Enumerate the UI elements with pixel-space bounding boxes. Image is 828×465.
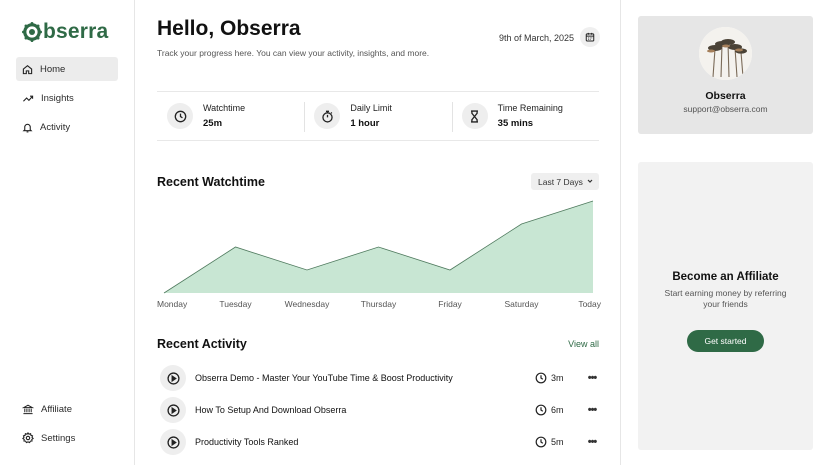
current-date: 9th of March, 2025 bbox=[499, 33, 574, 43]
sidebar-item-settings[interactable]: Settings bbox=[16, 426, 118, 450]
profile-name: Obserra bbox=[638, 90, 813, 102]
page-subtitle: Track your progress here. You can view y… bbox=[157, 48, 429, 58]
activity-title: How To Setup And Download Obserra bbox=[195, 405, 535, 415]
sidebar-item-insights[interactable]: Insights bbox=[16, 86, 118, 110]
get-started-button[interactable]: Get started bbox=[687, 330, 764, 352]
stat-label: Daily Limit bbox=[350, 103, 392, 113]
clock-icon bbox=[535, 372, 547, 384]
view-all-link[interactable]: View all bbox=[568, 339, 599, 349]
sidebar: bserra Home Insights Activity Affiliate bbox=[0, 0, 135, 465]
sidebar-item-label: Insights bbox=[41, 93, 74, 104]
affiliate-description: Start earning money by referring your fr… bbox=[662, 288, 789, 310]
stopwatch-icon bbox=[321, 110, 334, 123]
clock-icon bbox=[535, 436, 547, 448]
palm-trees-image bbox=[699, 27, 752, 80]
clock-icon bbox=[174, 110, 187, 123]
brand-name: bserra bbox=[43, 20, 108, 44]
stat-value: 1 hour bbox=[350, 118, 392, 129]
x-tick-label: Monday bbox=[157, 299, 188, 309]
activity-title: Obserra Demo - Master Your YouTube Time … bbox=[195, 373, 535, 383]
sidebar-item-label: Activity bbox=[40, 122, 70, 133]
activity-row[interactable]: Productivity Tools Ranked 5m ••• bbox=[157, 428, 599, 456]
play-button[interactable] bbox=[160, 365, 186, 391]
recent-watchtime-title: Recent Watchtime bbox=[157, 175, 265, 189]
stat-label: Time Remaining bbox=[498, 103, 563, 113]
calendar-button[interactable] bbox=[580, 27, 600, 47]
stat-icon-wrap bbox=[314, 103, 340, 129]
stat-watchtime: Watchtime 25m bbox=[157, 92, 304, 140]
logo-icon bbox=[22, 22, 42, 42]
x-tick-label: Friday bbox=[438, 299, 462, 309]
affiliate-title: Become an Affiliate bbox=[638, 271, 813, 283]
activity-duration-value: 3m bbox=[551, 373, 564, 383]
gear-icon bbox=[22, 432, 34, 444]
activity-duration-value: 5m bbox=[551, 437, 564, 447]
activity-duration: 3m bbox=[535, 372, 573, 384]
x-tick-label: Tuesday bbox=[219, 299, 252, 309]
app: bserra Home Insights Activity Affiliate bbox=[0, 0, 828, 465]
stat-value: 35 mins bbox=[498, 118, 563, 129]
trend-icon bbox=[22, 93, 34, 104]
watchtime-chart: Monday Tuesday Wednesday Thursday Friday Satu… bbox=[157, 196, 601, 314]
sidebar-item-activity[interactable]: Activity bbox=[16, 115, 118, 139]
brand-logo[interactable]: bserra bbox=[22, 20, 108, 44]
activity-duration-value: 6m bbox=[551, 405, 564, 415]
page-title: Hello, Obserra bbox=[157, 17, 301, 41]
bell-icon bbox=[22, 122, 33, 133]
profile-card: Obserra support@obserra.com bbox=[638, 16, 813, 134]
clock-icon bbox=[535, 404, 547, 416]
sidebar-item-label: Home bbox=[40, 64, 65, 75]
stat-icon-wrap bbox=[462, 103, 488, 129]
main-content: Hello, Obserra Track your progress here.… bbox=[135, 0, 621, 465]
sidebar-item-label: Settings bbox=[41, 433, 75, 444]
play-icon bbox=[167, 372, 180, 385]
hourglass-icon bbox=[468, 110, 481, 123]
more-options-icon[interactable]: ••• bbox=[585, 404, 599, 416]
stat-icon-wrap bbox=[167, 103, 193, 129]
x-tick-label: Wednesday bbox=[285, 299, 330, 309]
range-select[interactable]: Last 7 Days bbox=[531, 173, 599, 190]
play-button[interactable] bbox=[160, 397, 186, 423]
more-options-icon[interactable]: ••• bbox=[585, 436, 599, 448]
stat-daily-limit: Daily Limit 1 hour bbox=[304, 92, 451, 140]
stat-value: 25m bbox=[203, 118, 245, 129]
activity-title: Productivity Tools Ranked bbox=[195, 437, 535, 447]
activity-row[interactable]: How To Setup And Download Obserra 6m ••• bbox=[157, 396, 599, 424]
calendar-icon bbox=[585, 32, 595, 42]
play-icon bbox=[167, 404, 180, 417]
activity-duration: 5m bbox=[535, 436, 573, 448]
stats-bar: Watchtime 25m Daily Limit 1 hour bbox=[157, 91, 599, 141]
right-panel: Obserra support@obserra.com Become an Af… bbox=[621, 0, 828, 465]
range-select-value: Last 7 Days bbox=[538, 177, 583, 187]
activity-duration: 6m bbox=[535, 404, 573, 416]
x-tick-label: Thursday bbox=[361, 299, 397, 309]
affiliate-card: Become an Affiliate Start earning money … bbox=[638, 162, 813, 450]
home-icon bbox=[22, 64, 33, 75]
more-options-icon[interactable]: ••• bbox=[585, 372, 599, 384]
sidebar-item-home[interactable]: Home bbox=[16, 57, 118, 81]
stat-label: Watchtime bbox=[203, 103, 245, 113]
avatar[interactable] bbox=[699, 27, 752, 80]
play-icon bbox=[167, 436, 180, 449]
recent-activity-title: Recent Activity bbox=[157, 337, 247, 351]
stat-time-remaining: Time Remaining 35 mins bbox=[452, 92, 599, 140]
x-tick-label: Today bbox=[578, 299, 601, 309]
bank-icon bbox=[22, 404, 34, 415]
x-tick-label: Saturday bbox=[504, 299, 539, 309]
sidebar-item-label: Affiliate bbox=[41, 404, 72, 415]
activity-row[interactable]: Obserra Demo - Master Your YouTube Time … bbox=[157, 364, 599, 392]
chevron-down-icon bbox=[586, 177, 594, 185]
profile-email: support@obserra.com bbox=[638, 104, 813, 114]
sidebar-item-affiliate[interactable]: Affiliate bbox=[16, 397, 118, 421]
play-button[interactable] bbox=[160, 429, 186, 455]
